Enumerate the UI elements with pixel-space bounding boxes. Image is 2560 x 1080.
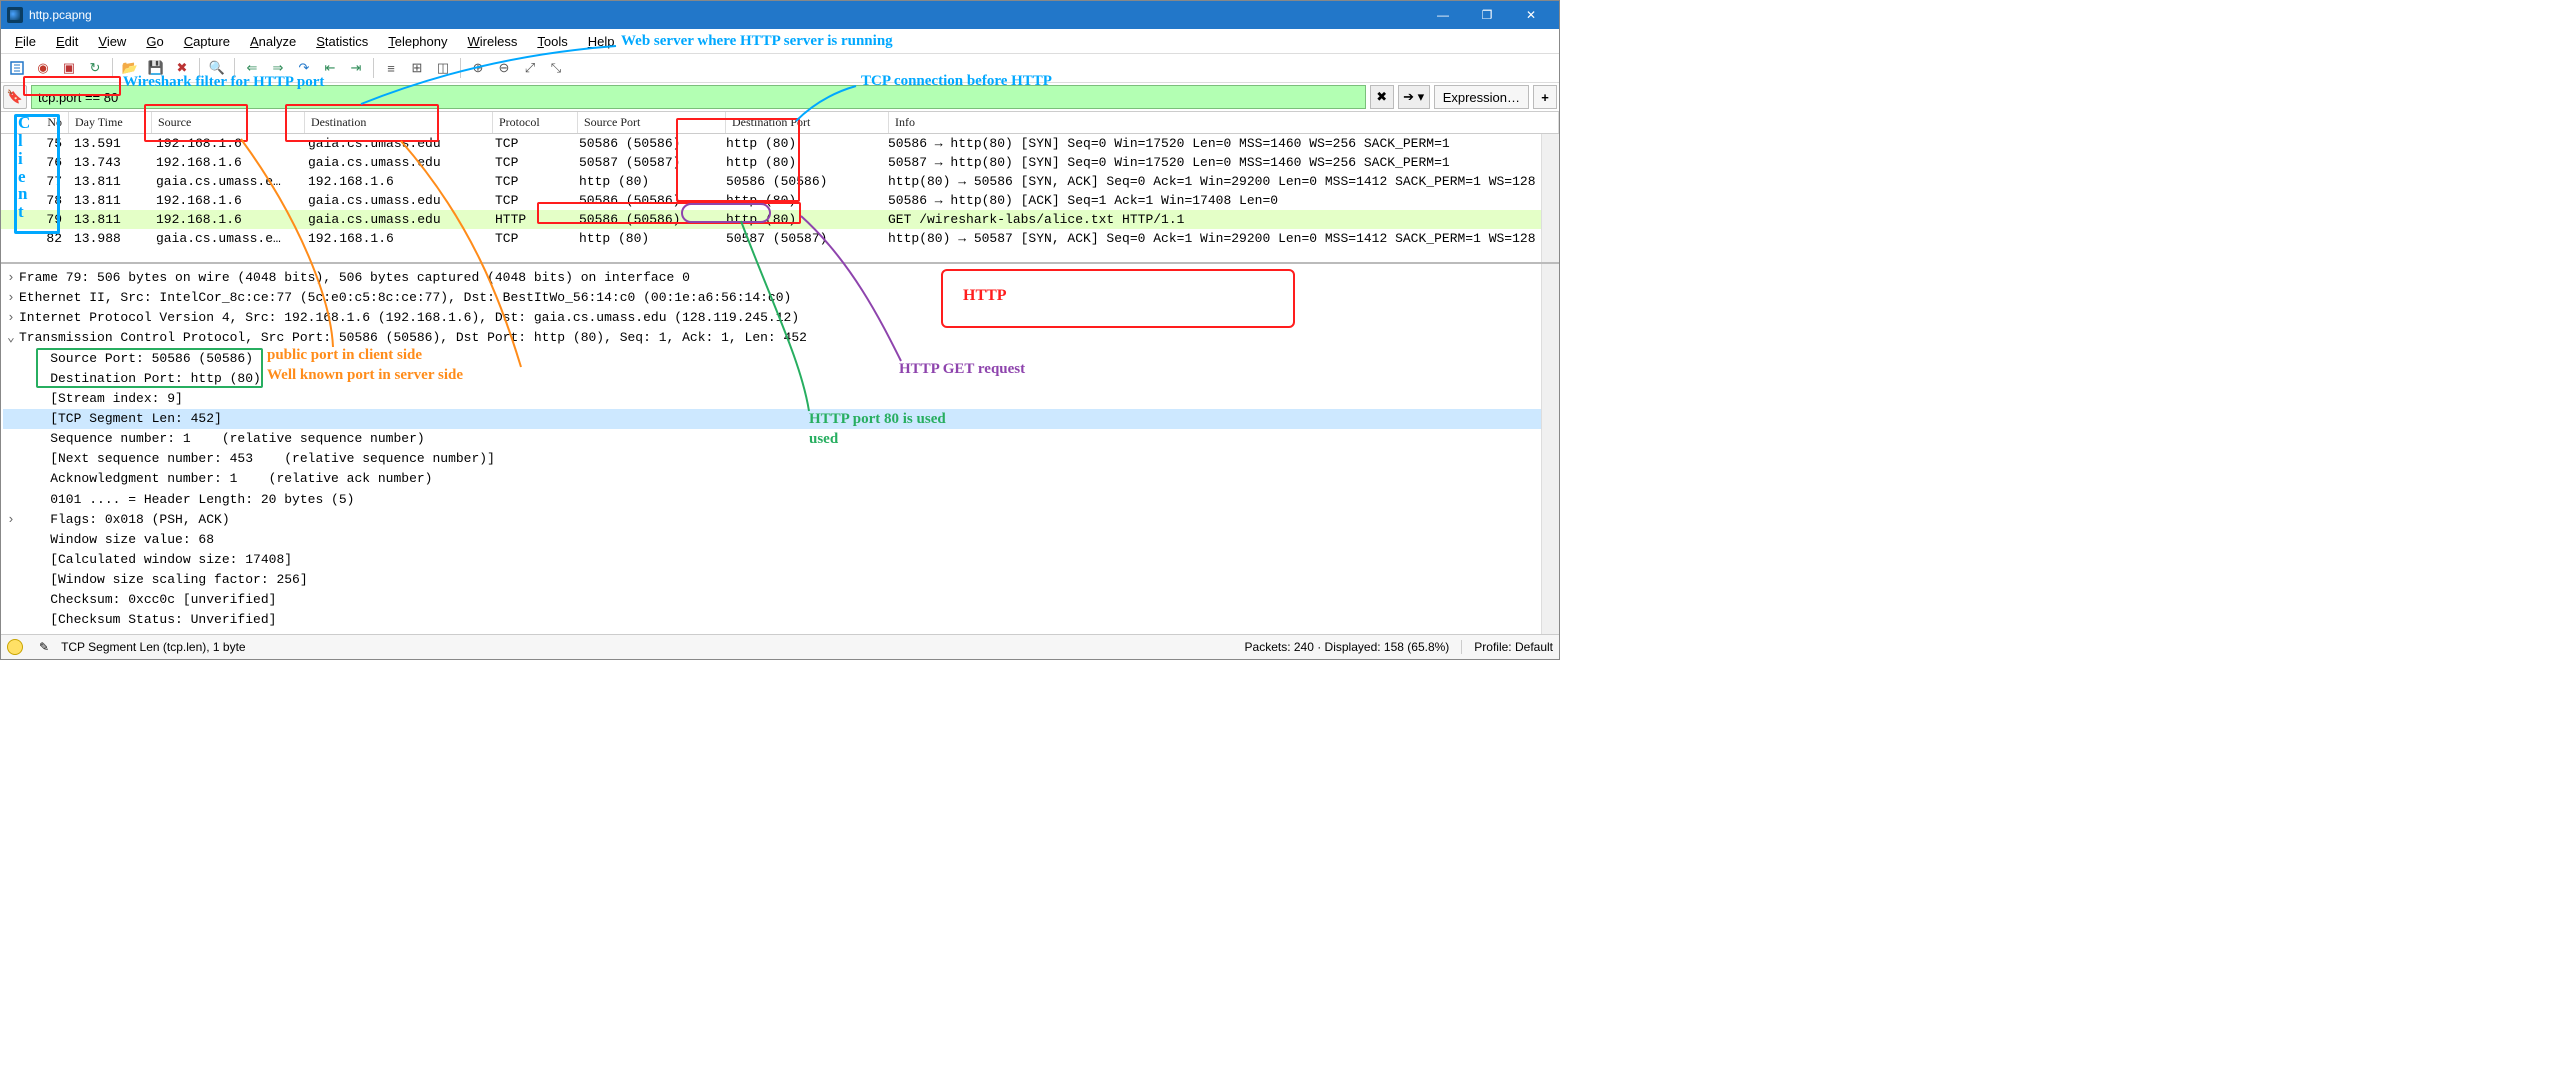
bookmark-icon[interactable]: 🔖 (3, 85, 27, 109)
packet-row[interactable]: 7613.743192.168.1.6gaia.cs.umass.eduTCP5… (1, 153, 1559, 172)
column-header[interactable]: Destination Port (726, 112, 889, 133)
toolbar-btn[interactable]: ⇤ (318, 56, 342, 80)
packet-details-pane[interactable]: ›Frame 79: 506 bytes on wire (4048 bits)… (1, 264, 1559, 634)
menu-item[interactable]: File (5, 32, 46, 51)
toolbar-btn[interactable]: ✖ (170, 56, 194, 80)
toolbar-btn[interactable]: ◉ (31, 56, 55, 80)
toolbar-btn[interactable]: ⇒ (266, 56, 290, 80)
detail-line[interactable]: Acknowledgment number: 1 (relative ack n… (3, 469, 1557, 489)
detail-line[interactable]: Checksum: 0xcc0c [unverified] (3, 590, 1557, 610)
packet-row[interactable]: 7813.811192.168.1.6gaia.cs.umass.eduTCP5… (1, 191, 1559, 210)
status-packets: Packets: 240 · Displayed: 158 (65.8%) (1245, 640, 1450, 654)
window-title: http.pcapng (29, 8, 92, 22)
packet-row[interactable]: 7513.591192.168.1.6gaia.cs.umass.eduTCP5… (1, 134, 1559, 153)
column-header[interactable]: Destination (305, 112, 493, 133)
app-icon (7, 7, 23, 23)
app-window: http.pcapng — ❐ ✕ FileEditViewGoCaptureA… (0, 0, 1560, 660)
toolbar-btn[interactable]: ⊕ (466, 56, 490, 80)
column-header[interactable]: Info (889, 112, 1559, 133)
menu-bar: FileEditViewGoCaptureAnalyzeStatisticsTe… (1, 29, 1559, 54)
toolbar-btn[interactable]: 📂 (118, 56, 142, 80)
column-header[interactable]: Protocol (493, 112, 578, 133)
column-header[interactable]: Source (152, 112, 305, 133)
status-bar: ✎ TCP Segment Len (tcp.len), 1 byte Pack… (1, 634, 1559, 659)
toolbar-btn[interactable]: ⊖ (492, 56, 516, 80)
toolbar-btn[interactable]: ⤡ (544, 56, 568, 80)
packet-row[interactable]: 7713.811gaia.cs.umass.e…192.168.1.6TCPht… (1, 172, 1559, 191)
display-filter-input[interactable] (31, 85, 1366, 109)
toolbar-btn[interactable]: ↻ (83, 56, 107, 80)
packet-list-pane[interactable]: NoDay TimeSourceDestinationProtocolSourc… (1, 112, 1559, 264)
status-profile[interactable]: Profile: Default (1461, 640, 1553, 654)
menu-item[interactable]: Edit (46, 32, 88, 51)
close-button[interactable]: ✕ (1509, 1, 1553, 29)
detail-line[interactable]: [TCP Segment Len: 452] (3, 409, 1557, 429)
menu-item[interactable]: Go (136, 32, 173, 51)
menu-item[interactable]: View (88, 32, 136, 51)
expert-info-icon[interactable] (7, 639, 23, 655)
toolbar-btn[interactable]: 🔍 (205, 56, 229, 80)
detail-line[interactable]: Sequence number: 1 (relative sequence nu… (3, 429, 1557, 449)
expression-button[interactable]: Expression… (1434, 85, 1529, 109)
packet-row[interactable]: 7913.811192.168.1.6gaia.cs.umass.eduHTTP… (1, 210, 1559, 229)
menu-item[interactable]: Statistics (306, 32, 378, 51)
column-header[interactable]: Source Port (578, 112, 726, 133)
filter-clear-button[interactable]: ✖ (1370, 85, 1394, 109)
toolbar-btn[interactable]: ▣ (57, 56, 81, 80)
toolbar-btn[interactable]: ⇐ (240, 56, 264, 80)
column-header[interactable]: No (1, 112, 69, 133)
detail-line[interactable]: Source Port: 50586 (50586) (3, 349, 1557, 369)
toolbar-btn[interactable] (5, 56, 29, 80)
menu-item[interactable]: Wireless (458, 32, 528, 51)
detail-line[interactable]: [Calculated window size: 17408] (3, 550, 1557, 570)
detail-line[interactable]: ›Ethernet II, Src: IntelCor_8c:ce:77 (5c… (3, 288, 1557, 308)
menu-item[interactable]: Tools (527, 32, 577, 51)
detail-line[interactable]: [Next sequence number: 453 (relative seq… (3, 449, 1557, 469)
minimize-button[interactable]: — (1421, 1, 1465, 29)
toolbar-btn[interactable]: ⤢ (518, 56, 542, 80)
title-bar: http.pcapng — ❐ ✕ (1, 1, 1559, 29)
detail-line[interactable]: Window size value: 68 (3, 530, 1557, 550)
edit-icon[interactable]: ✎ (39, 640, 49, 654)
menu-item[interactable]: Telephony (378, 32, 457, 51)
toolbar-btn[interactable]: ≡ (379, 56, 403, 80)
column-header[interactable]: Day Time (69, 112, 152, 133)
toolbar-btn[interactable]: ↷ (292, 56, 316, 80)
main-toolbar: ◉ ▣ ↻ 📂 💾 ✖ 🔍 ⇐ ⇒ ↷ ⇤ ⇥ ≡ ⊞ ◫ ⊕ ⊖ ⤢ ⤡ (1, 54, 1559, 83)
status-field: TCP Segment Len (tcp.len), 1 byte (61, 640, 246, 654)
scrollbar[interactable] (1541, 264, 1559, 634)
menu-item[interactable]: Help (578, 32, 625, 51)
detail-line[interactable]: ⌄Transmission Control Protocol, Src Port… (3, 328, 1557, 348)
scrollbar[interactable] (1541, 112, 1559, 262)
detail-line[interactable]: ›Internet Protocol Version 4, Src: 192.1… (3, 308, 1557, 328)
toolbar-btn[interactable]: ◫ (431, 56, 455, 80)
detail-line[interactable]: [Stream index: 9] (3, 389, 1557, 409)
toolbar-btn[interactable]: 💾 (144, 56, 168, 80)
detail-line[interactable]: 0101 .... = Header Length: 20 bytes (5) (3, 490, 1557, 510)
packet-row[interactable]: 8213.988gaia.cs.umass.e…192.168.1.6TCPht… (1, 229, 1559, 248)
filter-bar: 🔖 ✖ ➔ ▾ Expression… + (1, 83, 1559, 112)
filter-add-button[interactable]: + (1533, 85, 1557, 109)
detail-line[interactable]: [Window size scaling factor: 256] (3, 570, 1557, 590)
detail-line[interactable]: ›Frame 79: 506 bytes on wire (4048 bits)… (3, 268, 1557, 288)
menu-item[interactable]: Analyze (240, 32, 306, 51)
toolbar-btn[interactable]: ⊞ (405, 56, 429, 80)
detail-line[interactable]: Destination Port: http (80) (3, 369, 1557, 389)
filter-apply-button[interactable]: ➔ ▾ (1398, 85, 1430, 109)
maximize-button[interactable]: ❐ (1465, 1, 1509, 29)
detail-line[interactable]: › Flags: 0x018 (PSH, ACK) (3, 510, 1557, 530)
menu-item[interactable]: Capture (174, 32, 240, 51)
toolbar-btn[interactable]: ⇥ (344, 56, 368, 80)
detail-line[interactable]: [Checksum Status: Unverified] (3, 610, 1557, 630)
